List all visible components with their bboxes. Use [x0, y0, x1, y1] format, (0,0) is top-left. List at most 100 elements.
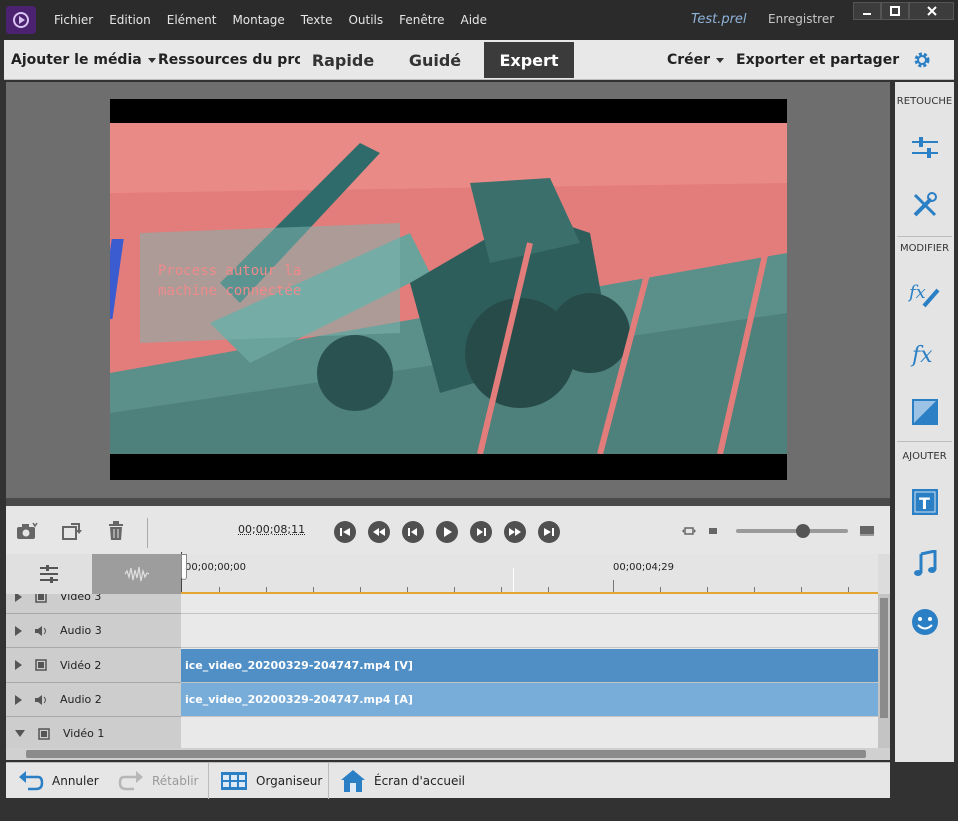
- close-button[interactable]: [909, 2, 954, 20]
- zoom-out-button[interactable]: [706, 520, 720, 542]
- track-header-video-1[interactable]: Vidéo 1: [6, 717, 181, 748]
- grid-icon: [220, 771, 248, 791]
- step-back-button[interactable]: [402, 521, 424, 543]
- track-lane-video-2[interactable]: ice_video_20200329-204747.mp4 [V]: [181, 648, 878, 683]
- video-clip[interactable]: ice_video_20200329-204747.mp4 [V]: [181, 649, 878, 682]
- track-lane-audio-2[interactable]: ice_video_20200329-204747.mp4 [A]: [181, 683, 878, 717]
- menu-fichier[interactable]: Fichier: [46, 13, 101, 27]
- app-logo-icon: [6, 6, 36, 34]
- zoom-in-button[interactable]: [858, 520, 876, 542]
- video-preview[interactable]: Process autour la machine connectée: [110, 99, 787, 480]
- settings-button[interactable]: [912, 40, 932, 80]
- track-header-video-2[interactable]: Vidéo 2: [6, 648, 181, 683]
- effects-button[interactable]: fx: [905, 334, 945, 374]
- tick: [266, 587, 267, 592]
- menu-fenetre[interactable]: Fenêtre: [391, 13, 452, 27]
- audio-mixer-button[interactable]: [92, 554, 181, 594]
- redo-icon: [118, 769, 144, 793]
- timeline-ruler[interactable]: 00;00;00;00 00;00;04;29: [181, 552, 878, 594]
- fast-forward-button[interactable]: [504, 521, 526, 543]
- menu-edition[interactable]: Edition: [101, 13, 159, 27]
- add-media-button[interactable]: Ajouter le média: [11, 40, 156, 80]
- expand-triangle-icon[interactable]: [15, 694, 22, 705]
- save-button[interactable]: Enregistrer: [768, 12, 834, 26]
- svg-text:T: T: [919, 494, 930, 513]
- title-icon: T: [912, 489, 938, 515]
- rotate-icon: [62, 523, 82, 540]
- bottom-bar: Annuler Rétablir Organiseur Écran d'accu…: [6, 762, 890, 799]
- organizer-button[interactable]: Organiseur: [220, 763, 322, 799]
- export-share-button[interactable]: Exporter et partager: [736, 40, 899, 80]
- track-header-audio-3[interactable]: Audio 3: [6, 614, 181, 648]
- expand-triangle-icon[interactable]: [15, 625, 22, 636]
- menu-aide[interactable]: Aide: [453, 13, 496, 27]
- expand-triangle-icon[interactable]: [15, 594, 22, 602]
- create-button[interactable]: Créer: [667, 40, 725, 80]
- tracks-icon: [40, 565, 58, 583]
- track-header-audio-2[interactable]: Audio 2: [6, 683, 181, 717]
- playhead-handle[interactable]: [181, 554, 187, 580]
- horizontal-scrollbar-thumb[interactable]: [26, 750, 866, 758]
- rewind-button[interactable]: [368, 521, 390, 543]
- timecode-display[interactable]: 00;00;08;11: [238, 523, 305, 536]
- tab-expert[interactable]: Expert: [484, 42, 574, 78]
- graphics-button[interactable]: [905, 602, 945, 642]
- undo-icon: [18, 769, 44, 793]
- go-to-end-button[interactable]: [538, 521, 560, 543]
- track-lane-video-3[interactable]: [181, 594, 878, 614]
- menu-element[interactable]: Elément: [159, 13, 225, 27]
- tab-guide[interactable]: Guidé: [392, 42, 478, 78]
- maximize-button[interactable]: [881, 2, 909, 20]
- section-retouche: RETOUCHE: [896, 96, 953, 107]
- panel-splitter[interactable]: [6, 498, 890, 506]
- fit-timeline-button[interactable]: [680, 520, 698, 542]
- track-lane-audio-3[interactable]: [181, 614, 878, 648]
- menu-outils[interactable]: Outils: [340, 13, 391, 27]
- speaker-icon: [34, 625, 48, 637]
- vertical-scrollbar[interactable]: [878, 594, 890, 748]
- zoom-slider[interactable]: [736, 524, 848, 538]
- track-name: Vidéo 1: [63, 727, 105, 740]
- delete-button[interactable]: [105, 520, 127, 542]
- home-screen-button[interactable]: Écran d'accueil: [340, 763, 465, 799]
- transitions-button[interactable]: [905, 392, 945, 432]
- track-header-video-3[interactable]: Vidéo 3: [6, 594, 181, 614]
- go-to-start-button[interactable]: [334, 521, 356, 543]
- tab-guide-label: Guidé: [408, 50, 462, 70]
- tab-rapide[interactable]: Rapide: [300, 42, 386, 78]
- step-forward-button[interactable]: [470, 521, 492, 543]
- project-resources-button[interactable]: Ressources du proje: [158, 40, 300, 80]
- skip-start-icon: [340, 528, 350, 536]
- track-options-button[interactable]: [6, 554, 92, 594]
- zoom-slider-thumb[interactable]: [796, 524, 810, 538]
- horizontal-scrollbar[interactable]: [6, 748, 890, 760]
- divider: [208, 763, 209, 799]
- adjustments-button[interactable]: [905, 128, 945, 168]
- track-lane-video-1[interactable]: [181, 717, 878, 748]
- redo-label: Rétablir: [152, 774, 199, 788]
- smart-fix-button[interactable]: [61, 520, 83, 542]
- tick: [754, 587, 755, 592]
- collapse-triangle-icon[interactable]: [15, 730, 25, 737]
- track-name: Vidéo 2: [60, 658, 102, 672]
- divider: [328, 763, 329, 799]
- menu-montage[interactable]: Montage: [224, 13, 292, 27]
- vertical-scrollbar-thumb[interactable]: [880, 598, 888, 718]
- music-icon: [914, 550, 937, 576]
- minimize-button[interactable]: [853, 2, 881, 20]
- tools-button[interactable]: [905, 185, 945, 225]
- audio-clip[interactable]: ice_video_20200329-204747.mp4 [A]: [181, 683, 878, 716]
- expand-triangle-icon[interactable]: [15, 660, 22, 670]
- undo-button[interactable]: Annuler: [18, 763, 99, 799]
- menu-texte[interactable]: Texte: [293, 13, 341, 27]
- mode-bar: Ajouter le média Ressources du proje Rap…: [4, 40, 954, 80]
- zoom-fit-icon: [682, 527, 696, 535]
- play-button[interactable]: [436, 521, 458, 543]
- redo-button[interactable]: Rétablir: [118, 763, 198, 799]
- adjustments-icon: [912, 137, 938, 158]
- snapshot-button[interactable]: [16, 520, 38, 542]
- audio-button[interactable]: [905, 544, 945, 584]
- right-panel: RETOUCHE MODIFIER fx fx AJOUTER T: [895, 82, 954, 762]
- applied-effects-button[interactable]: fx: [905, 274, 945, 314]
- titles-button[interactable]: T: [905, 482, 945, 522]
